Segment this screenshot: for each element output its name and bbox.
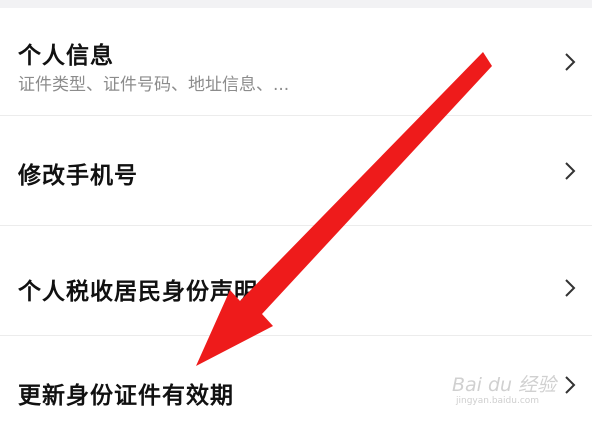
menu-item-change-phone[interactable]: 修改手机号 <box>0 116 592 226</box>
menu-item-title: 修改手机号 <box>18 163 138 189</box>
chevron-right-icon <box>565 162 576 180</box>
menu-item-subtitle: 证件类型、证件号码、地址信息、... <box>18 75 290 95</box>
menu-item-title: 个人信息 <box>18 43 114 69</box>
menu-item-title: 更新身份证件有效期 <box>18 383 234 409</box>
settings-menu: 个人信息 证件类型、证件号码、地址信息、... 修改手机号 个人税收居民身份声明… <box>0 8 592 428</box>
menu-item-personal-info[interactable]: 个人信息 证件类型、证件号码、地址信息、... <box>0 8 592 116</box>
chevron-right-icon <box>565 376 576 394</box>
chevron-right-icon <box>565 279 576 297</box>
chevron-right-icon <box>565 53 576 71</box>
menu-item-update-id-validity[interactable]: 更新身份证件有效期 <box>0 336 592 428</box>
menu-item-title: 个人税收居民身份声明 <box>18 279 258 305</box>
top-separator <box>0 0 592 8</box>
menu-item-tax-residency[interactable]: 个人税收居民身份声明 <box>0 226 592 336</box>
